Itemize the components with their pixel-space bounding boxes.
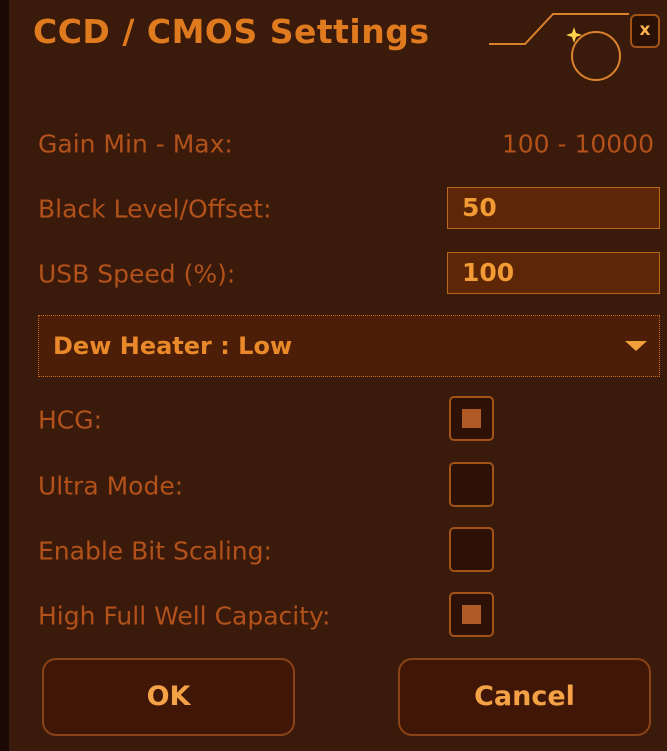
ok-button[interactable]: OK (42, 658, 295, 736)
gain-row: Gain Min - Max: 100 - 10000 (38, 119, 658, 169)
cancel-button[interactable]: Cancel (398, 658, 651, 736)
hcg-label: HCG: (38, 405, 103, 435)
dew-heater-dropdown[interactable]: Dew Heater : Low (38, 315, 660, 377)
usb-speed-input[interactable]: 100 (447, 252, 660, 294)
black-level-label: Black Level/Offset: (38, 194, 272, 224)
ultra-mode-checkbox[interactable] (449, 462, 494, 507)
bit-scaling-checkbox[interactable] (449, 527, 494, 572)
full-well-label: High Full Well Capacity: (38, 601, 331, 631)
ultra-mode-label: Ultra Mode: (38, 471, 184, 501)
usb-speed-label: USB Speed (%): (38, 259, 236, 289)
settings-dialog: CCD / CMOS Settings x Gain Min - Max: 10… (0, 0, 667, 751)
checked-square-icon (462, 409, 481, 428)
dew-heater-selected: Dew Heater : Low (53, 332, 293, 360)
title-decoration-icon (489, 13, 629, 81)
dialog-title: CCD / CMOS Settings (33, 12, 430, 51)
close-button[interactable]: x (630, 14, 660, 48)
bit-scaling-label: Enable Bit Scaling: (38, 536, 272, 566)
hcg-checkbox[interactable] (449, 396, 494, 441)
black-level-input[interactable]: 50 (447, 187, 660, 229)
chevron-down-icon (625, 341, 647, 351)
gain-label: Gain Min - Max: (38, 129, 233, 159)
ultra-mode-row: Ultra Mode: (38, 461, 658, 511)
bit-scaling-row: Enable Bit Scaling: (38, 526, 658, 576)
usb-speed-row: USB Speed (%): 100 (38, 249, 660, 299)
full-well-row: High Full Well Capacity: (38, 591, 658, 641)
full-well-checkbox[interactable] (449, 592, 494, 637)
title-bar[interactable]: CCD / CMOS Settings x (9, 0, 667, 81)
gain-value: 100 - 10000 (501, 129, 654, 159)
black-level-row: Black Level/Offset: 50 (38, 184, 660, 234)
hcg-row: HCG: (38, 395, 658, 445)
checked-square-icon (462, 605, 481, 624)
